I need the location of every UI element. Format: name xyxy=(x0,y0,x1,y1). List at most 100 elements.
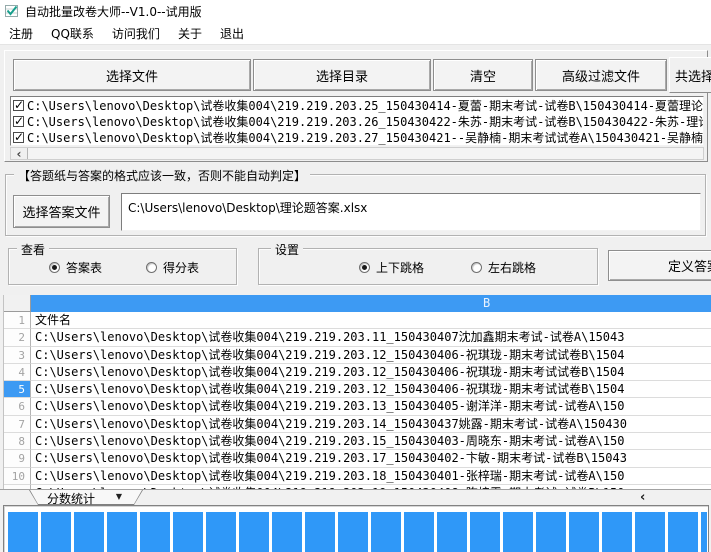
table-row: 8 C:\Users\lenovo\Desktop\试卷收集004\219.21… xyxy=(4,433,711,451)
scroll-left-icon[interactable]: ‹ xyxy=(11,148,28,160)
grid-cell[interactable] xyxy=(701,512,707,552)
table-row: 4 C:\Users\lenovo\Desktop\试卷收集004\219.21… xyxy=(4,363,711,382)
grid-cell[interactable] xyxy=(173,512,203,552)
row-number[interactable]: 3 xyxy=(4,346,31,364)
table-row: 6 C:\Users\lenovo\Desktop\试卷收集004\219.21… xyxy=(4,398,711,416)
table-cell[interactable]: C:\Users\lenovo\Desktop\试卷收集004\219.219.… xyxy=(31,467,711,485)
table-cell[interactable]: C:\Users\lenovo\Desktop\试卷收集004\219.219.… xyxy=(31,363,711,382)
menu-item-register[interactable]: 注册 xyxy=(0,25,42,42)
grid-cell[interactable] xyxy=(140,512,170,552)
groupbox-title: 【答题纸与答案的格式应该一致，否则不能自动判定】 xyxy=(14,167,311,184)
app-window: 自动批量改卷大师--V1.0--试用版 注册 QQ联系 访问我们 关于 退出 选… xyxy=(0,0,711,552)
menu-bar: 注册 QQ联系 访问我们 关于 退出 xyxy=(0,22,711,45)
checkbox-checked-icon[interactable] xyxy=(13,130,24,144)
file-selection-panel: 选择文件 选择目录 清空 高级过滤文件 共选择 C:\Users\lenovo\… xyxy=(4,50,711,162)
row-number[interactable]: 8 xyxy=(4,433,31,451)
radio-button-icon xyxy=(471,262,482,273)
table-cell[interactable]: C:\Users\lenovo\Desktop\试卷收集004\219.219.… xyxy=(31,329,711,347)
table-cell[interactable]: C:\Users\lenovo\Desktop\试卷收集004\219.219.… xyxy=(31,398,711,416)
checkbox-checked-icon[interactable] xyxy=(13,98,24,112)
grid-cell[interactable] xyxy=(272,512,302,552)
radio-label: 上下跳格 xyxy=(376,261,425,275)
menu-item-qq-contact[interactable]: QQ联系 xyxy=(42,25,103,42)
table-cell[interactable]: C:\Users\lenovo\Desktop\试卷收集004\219.219.… xyxy=(31,415,711,434)
view-groupbox: 查看 答案表 得分表 xyxy=(8,241,237,285)
radio-label: 答案表 xyxy=(66,261,103,275)
table-cell[interactable]: 文件名 xyxy=(31,312,711,330)
grid-cell[interactable] xyxy=(8,512,38,552)
answer-file-input[interactable]: C:\Users\lenovo\Desktop\理论题答案.xlsx xyxy=(121,193,701,231)
grid-cell[interactable] xyxy=(503,512,533,552)
window-title: 自动批量改卷大师--V1.0--试用版 xyxy=(25,4,202,19)
row-number[interactable]: 9 xyxy=(4,450,31,468)
grid-cell[interactable] xyxy=(602,512,632,552)
grid-cell[interactable] xyxy=(536,512,566,552)
radio-vertical-jump[interactable]: 上下跳格 xyxy=(359,259,424,276)
grid-cell[interactable] xyxy=(338,512,368,552)
row-number[interactable]: 5 xyxy=(4,381,31,399)
table-cell[interactable]: C:\Users\lenovo\Desktop\试卷收集004\219.219.… xyxy=(31,450,711,468)
grid-cell[interactable] xyxy=(569,512,599,552)
select-answer-file-button[interactable]: 选择答案文件 xyxy=(13,195,110,228)
menu-item-exit[interactable]: 退出 xyxy=(211,25,253,42)
title-bar: 自动批量改卷大师--V1.0--试用版 xyxy=(0,0,711,22)
grid-cell[interactable] xyxy=(206,512,236,552)
file-list-item[interactable]: C:\Users\lenovo\Desktop\试卷收集004\219.219.… xyxy=(11,129,703,145)
select-files-button[interactable]: 选择文件 xyxy=(13,59,251,91)
table-row: 2 C:\Users\lenovo\Desktop\试卷收集004\219.21… xyxy=(4,329,711,347)
scroll-left-icon[interactable]: ‹ xyxy=(640,490,645,505)
select-all-corner[interactable] xyxy=(4,295,31,312)
grid-cell[interactable] xyxy=(239,512,269,552)
tab-score-stats[interactable]: 分数统计 ▼ xyxy=(30,490,142,506)
grid-cell[interactable] xyxy=(107,512,137,552)
grid-cell[interactable] xyxy=(437,512,467,552)
advanced-filter-button[interactable]: 高级过滤文件 xyxy=(535,59,667,91)
radio-button-icon xyxy=(49,262,60,273)
grid-cell[interactable] xyxy=(404,512,434,552)
row-number[interactable]: 7 xyxy=(4,415,31,434)
grid-cell[interactable] xyxy=(74,512,104,552)
file-list-item[interactable]: C:\Users\lenovo\Desktop\试卷收集004\219.219.… xyxy=(11,97,703,113)
clear-button[interactable]: 清空 xyxy=(433,59,533,91)
file-path: C:\Users\lenovo\Desktop\试卷收集004\219.219.… xyxy=(27,114,704,129)
grid-cell[interactable] xyxy=(668,512,698,552)
table-row: 7 C:\Users\lenovo\Desktop\试卷收集004\219.21… xyxy=(4,415,711,434)
select-directory-button[interactable]: 选择目录 xyxy=(253,59,431,91)
row-number[interactable]: 4 xyxy=(4,363,31,382)
grid-cell[interactable] xyxy=(371,512,401,552)
radio-button-icon xyxy=(146,262,157,273)
checkbox-checked-icon[interactable] xyxy=(13,114,24,128)
table-cell[interactable]: C:\Users\lenovo\Desktop\试卷收集004\219.219.… xyxy=(31,381,711,399)
selected-count-label: 共选择 xyxy=(669,57,711,93)
file-list-item[interactable]: C:\Users\lenovo\Desktop\试卷收集004\219.219.… xyxy=(11,113,703,129)
row-number[interactable]: 6 xyxy=(4,398,31,416)
row-number[interactable]: 10 xyxy=(4,467,31,485)
table-row: 1 文件名 xyxy=(4,312,711,330)
score-grid-cells xyxy=(8,512,707,552)
radio-label: 得分表 xyxy=(163,261,200,275)
grid-cell[interactable] xyxy=(41,512,71,552)
dropdown-arrow-icon[interactable]: ▼ xyxy=(116,492,122,501)
row-number[interactable]: 2 xyxy=(4,329,31,347)
radio-horizontal-jump[interactable]: 左右跳格 xyxy=(471,259,536,276)
table-row-selected: 5 C:\Users\lenovo\Desktop\试卷收集004\219.21… xyxy=(4,381,711,399)
column-header-label: B xyxy=(483,296,491,310)
grid-cell[interactable] xyxy=(635,512,665,552)
grid-cell[interactable] xyxy=(305,512,335,552)
grid-cell[interactable] xyxy=(470,512,500,552)
menu-item-about[interactable]: 关于 xyxy=(169,25,211,42)
file-list[interactable]: C:\Users\lenovo\Desktop\试卷收集004\219.219.… xyxy=(10,96,704,146)
radio-label: 左右跳格 xyxy=(488,261,537,275)
table-row: 9 C:\Users\lenovo\Desktop\试卷收集004\219.21… xyxy=(4,450,711,468)
row-number[interactable]: 1 xyxy=(4,312,31,330)
table-cell[interactable]: C:\Users\lenovo\Desktop\试卷收集004\219.219.… xyxy=(31,346,711,364)
table-cell[interactable]: C:\Users\lenovo\Desktop\试卷收集004\219.219.… xyxy=(31,433,711,451)
define-answer-button[interactable]: 定义答案 xyxy=(608,250,711,281)
table-row: 10 C:\Users\lenovo\Desktop\试卷收集004\219.2… xyxy=(4,467,711,485)
radio-answer-table[interactable]: 答案表 xyxy=(49,259,102,276)
file-list-scrollbar[interactable]: ‹ xyxy=(10,147,704,160)
column-header-b[interactable]: B xyxy=(31,295,711,312)
radio-score-table[interactable]: 得分表 xyxy=(146,259,199,276)
sheet-rows: 1 文件名 2 C:\Users\lenovo\Desktop\试卷收集004\… xyxy=(4,312,711,489)
menu-item-visit-us[interactable]: 访问我们 xyxy=(103,25,169,42)
